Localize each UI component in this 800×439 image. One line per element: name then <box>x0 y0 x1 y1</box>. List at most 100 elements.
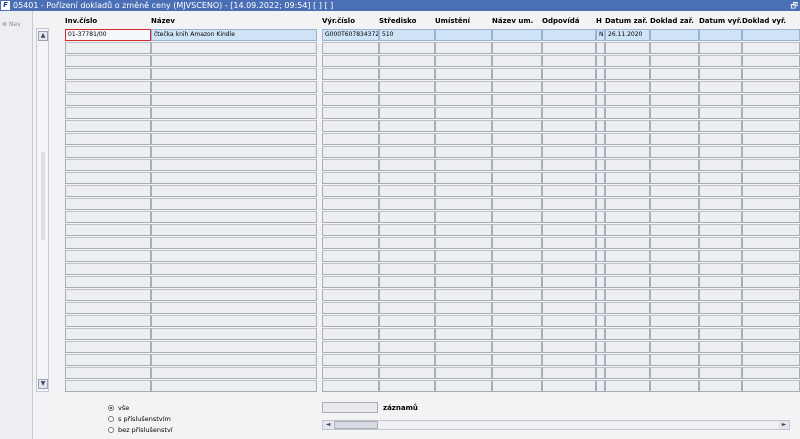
cell-umisteni[interactable] <box>435 263 492 275</box>
cell-doklad-zar[interactable] <box>650 198 699 210</box>
cell-umisteni[interactable] <box>435 29 492 41</box>
cell-datum-vyr[interactable] <box>699 42 742 54</box>
cell-doklad-zar[interactable] <box>650 55 699 67</box>
cell-doklad-vyr[interactable] <box>742 250 800 262</box>
cell-nazev[interactable] <box>151 172 317 184</box>
cell-umisteni[interactable] <box>435 107 492 119</box>
cell-datum-zar[interactable] <box>605 237 650 249</box>
cell-vyr-cislo[interactable] <box>322 341 379 353</box>
cell-doklad-zar[interactable] <box>650 172 699 184</box>
cell-stredisko[interactable] <box>379 302 435 314</box>
cell-inv-cislo[interactable] <box>65 289 151 301</box>
cell-vyr-cislo[interactable] <box>322 107 379 119</box>
vertical-scrollbar[interactable]: ▲ ▼ <box>36 28 49 392</box>
cell-doklad-vyr[interactable] <box>742 185 800 197</box>
cell-inv-cislo[interactable] <box>65 55 151 67</box>
cell-vyr-cislo[interactable] <box>322 315 379 327</box>
cell-nazev-um[interactable] <box>492 289 542 301</box>
cell-datum-zar[interactable] <box>605 68 650 80</box>
cell-h[interactable] <box>596 146 605 158</box>
cell-h[interactable] <box>596 172 605 184</box>
cell-umisteni[interactable] <box>435 367 492 379</box>
cell-doklad-zar[interactable] <box>650 367 699 379</box>
cell-nazev-um[interactable] <box>492 172 542 184</box>
cell-nazev-um[interactable] <box>492 120 542 132</box>
cell-vyr-cislo[interactable] <box>322 263 379 275</box>
cell-stredisko[interactable] <box>379 133 435 145</box>
cell-doklad-vyr[interactable] <box>742 276 800 288</box>
cell-datum-vyr[interactable] <box>699 354 742 366</box>
cell-odpovida[interactable] <box>542 120 596 132</box>
cell-stredisko[interactable] <box>379 263 435 275</box>
cell-stredisko[interactable] <box>379 68 435 80</box>
cell-umisteni[interactable] <box>435 198 492 210</box>
cell-nazev[interactable] <box>151 94 317 106</box>
cell-inv-cislo[interactable] <box>65 224 151 236</box>
cell-stredisko[interactable] <box>379 276 435 288</box>
cell-stredisko[interactable] <box>379 198 435 210</box>
cell-umisteni[interactable] <box>435 380 492 392</box>
cell-nazev[interactable] <box>151 185 317 197</box>
cell-umisteni[interactable] <box>435 120 492 132</box>
cell-datum-vyr[interactable] <box>699 211 742 223</box>
cell-inv-cislo[interactable] <box>65 81 151 93</box>
cell-nazev-um[interactable] <box>492 94 542 106</box>
cell-inv-cislo[interactable]: 01-37781/00 <box>65 29 151 41</box>
cell-nazev-um[interactable] <box>492 276 542 288</box>
cell-doklad-vyr[interactable] <box>742 224 800 236</box>
cell-vyr-cislo[interactable]: G000T607834372 <box>322 29 379 41</box>
cell-nazev-um[interactable] <box>492 341 542 353</box>
cell-stredisko[interactable] <box>379 315 435 327</box>
cell-stredisko[interactable] <box>379 224 435 236</box>
cell-doklad-zar[interactable] <box>650 263 699 275</box>
cell-odpovida[interactable] <box>542 107 596 119</box>
cell-doklad-zar[interactable] <box>650 250 699 262</box>
restore-window-icon[interactable]: 🗗 <box>790 0 798 11</box>
cell-odpovida[interactable] <box>542 250 596 262</box>
cell-doklad-vyr[interactable] <box>742 94 800 106</box>
cell-stredisko[interactable] <box>379 107 435 119</box>
chevron-up-icon[interactable]: ▲ <box>38 31 48 41</box>
cell-nazev[interactable] <box>151 354 317 366</box>
cell-h[interactable] <box>596 250 605 262</box>
cell-doklad-vyr[interactable] <box>742 211 800 223</box>
cell-nazev[interactable] <box>151 42 317 54</box>
cell-doklad-vyr[interactable] <box>742 341 800 353</box>
cell-odpovida[interactable] <box>542 42 596 54</box>
cell-doklad-vyr[interactable] <box>742 68 800 80</box>
cell-nazev-um[interactable] <box>492 29 542 41</box>
cell-vyr-cislo[interactable] <box>322 185 379 197</box>
cell-datum-vyr[interactable] <box>699 81 742 93</box>
scroll-grip[interactable] <box>41 152 45 240</box>
cell-vyr-cislo[interactable] <box>322 55 379 67</box>
cell-odpovida[interactable] <box>542 380 596 392</box>
cell-umisteni[interactable] <box>435 211 492 223</box>
cell-doklad-vyr[interactable] <box>742 107 800 119</box>
cell-doklad-zar[interactable] <box>650 237 699 249</box>
cell-vyr-cislo[interactable] <box>322 120 379 132</box>
cell-datum-zar[interactable] <box>605 159 650 171</box>
cell-odpovida[interactable] <box>542 81 596 93</box>
cell-h[interactable] <box>596 55 605 67</box>
cell-umisteni[interactable] <box>435 185 492 197</box>
cell-stredisko[interactable] <box>379 367 435 379</box>
cell-stredisko[interactable] <box>379 146 435 158</box>
cell-doklad-vyr[interactable] <box>742 237 800 249</box>
cell-doklad-zar[interactable] <box>650 81 699 93</box>
chevron-right-icon[interactable]: ► <box>779 421 789 429</box>
cell-doklad-vyr[interactable] <box>742 55 800 67</box>
cell-inv-cislo[interactable] <box>65 250 151 262</box>
column-header-nazev[interactable]: Název <box>151 17 317 25</box>
cell-datum-vyr[interactable] <box>699 172 742 184</box>
cell-nazev-um[interactable] <box>492 237 542 249</box>
cell-datum-vyr[interactable] <box>699 289 742 301</box>
cell-datum-zar[interactable]: 26.11.2020 <box>605 29 650 41</box>
cell-datum-vyr[interactable] <box>699 237 742 249</box>
cell-doklad-zar[interactable] <box>650 328 699 340</box>
cell-inv-cislo[interactable] <box>65 367 151 379</box>
cell-datum-vyr[interactable] <box>699 68 742 80</box>
cell-odpovida[interactable] <box>542 68 596 80</box>
cell-nazev[interactable] <box>151 68 317 80</box>
cell-datum-zar[interactable] <box>605 146 650 158</box>
cell-doklad-vyr[interactable] <box>742 133 800 145</box>
